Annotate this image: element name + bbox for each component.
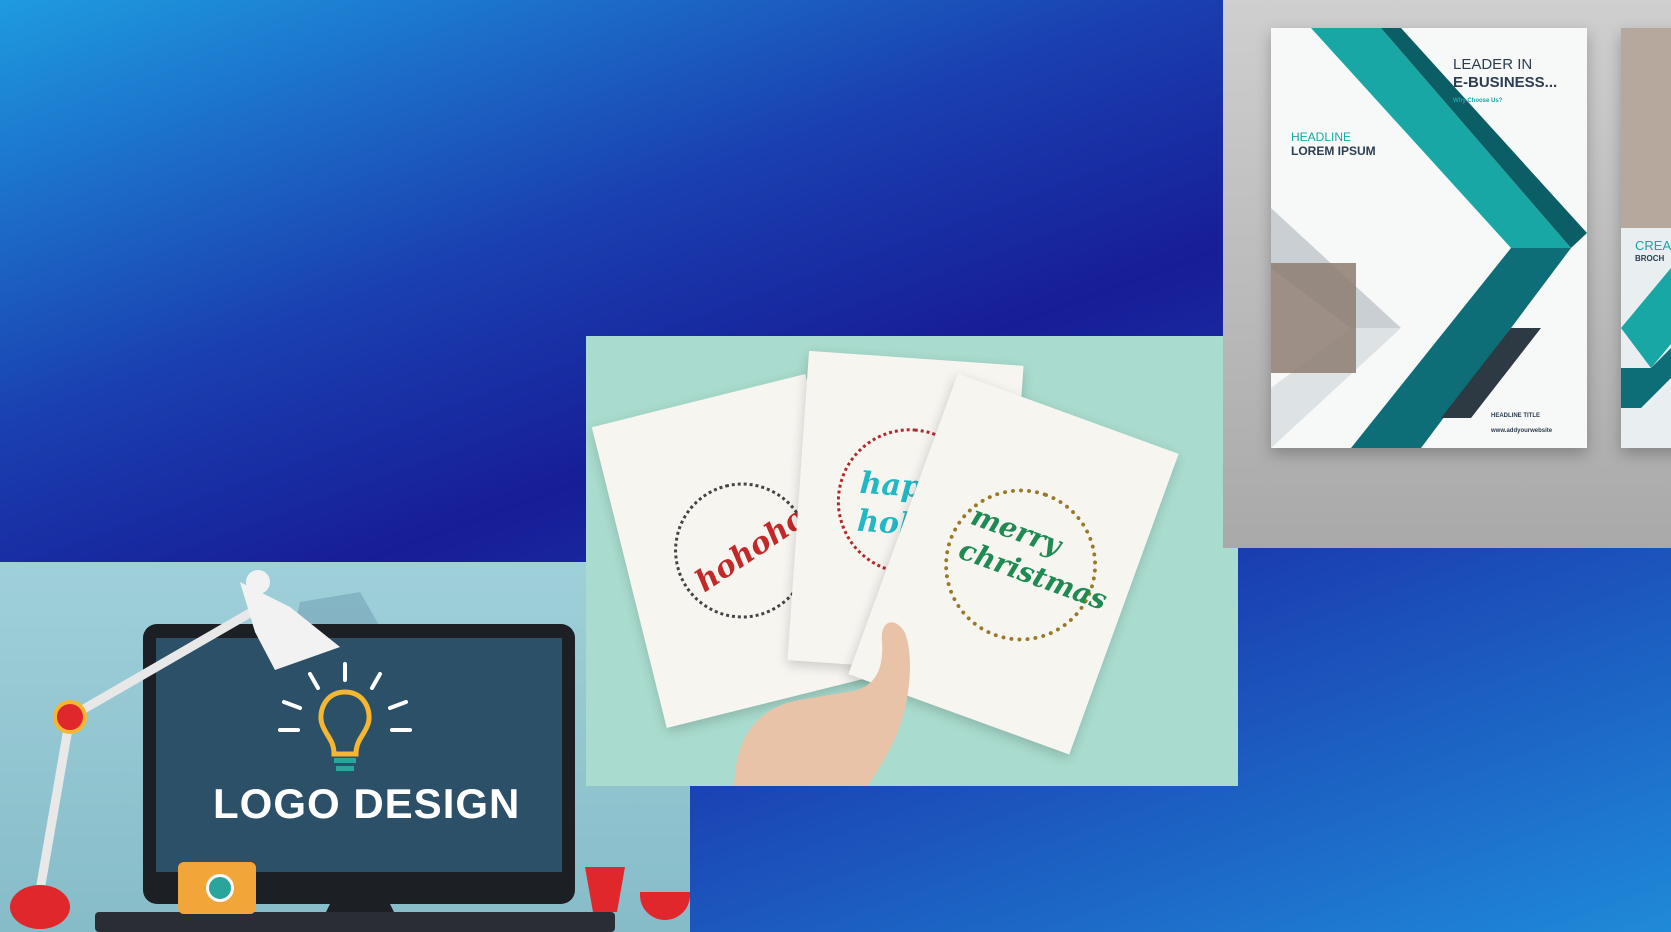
desk (95, 912, 615, 932)
brochure-page-2-text-1: CREA (1635, 238, 1671, 253)
brochure-heading-1: LEADER IN (1453, 56, 1533, 73)
brochure-footer-title: HEADLINE TITLE (1491, 413, 1540, 419)
brochure-heading-2: E-BUSINESS... (1453, 74, 1558, 91)
brochure-image: LEADER IN E-BUSINESS... Why Choose Us? H… (1223, 0, 1671, 548)
brochure-headline-label: HEADLINE (1291, 130, 1352, 144)
brochure-graphic (1271, 28, 1587, 448)
brochure-subheading: Why Choose Us? (1453, 98, 1503, 104)
brochure-page-2-text-2: BROCH (1635, 254, 1665, 263)
brochure-page: LEADER IN E-BUSINESS... Why Choose Us? H… (1271, 28, 1587, 448)
brochure-footer-url: www.addyourwebsite (1491, 428, 1553, 434)
hand (734, 622, 910, 786)
brochure-page-2: CREA BROCH (1621, 28, 1671, 448)
brochure-headline-title: LOREM IPSUM (1291, 144, 1376, 158)
camera-icon (178, 862, 256, 914)
holiday-cards-image: hohoho happy holid merry christmas (586, 336, 1238, 786)
